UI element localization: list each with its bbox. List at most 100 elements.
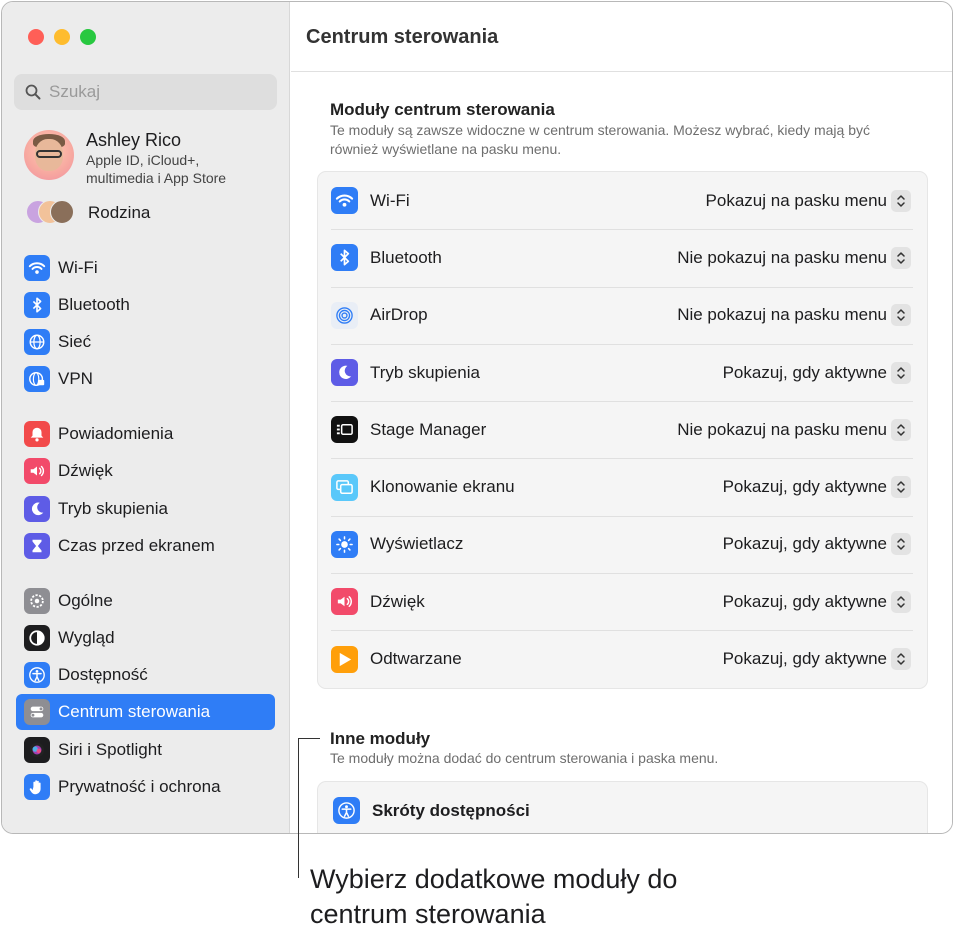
sidebar-item-control-center[interactable]: Centrum sterowania bbox=[16, 694, 275, 730]
module-label: Tryb skupienia bbox=[370, 362, 480, 382]
zoom-window-button[interactable] bbox=[80, 29, 96, 45]
control-center-icon bbox=[24, 699, 50, 725]
moon-icon bbox=[331, 359, 358, 387]
sidebar-item-accessibility[interactable]: Dostępność bbox=[16, 657, 275, 693]
screen-mirroring-icon bbox=[331, 473, 358, 501]
module-row: Wyświetlacz Pokazuj, gdy aktywne bbox=[318, 515, 927, 573]
speaker-icon bbox=[331, 588, 358, 616]
callout-text: Wybierz dodatkowe moduły do centrum ster… bbox=[310, 864, 678, 929]
chevron-up-down-icon[interactable] bbox=[891, 476, 911, 499]
sidebar-item-label: Czas przed ekranem bbox=[58, 536, 215, 555]
main-content: Centrum sterowania Moduły centrum sterow… bbox=[291, 2, 952, 833]
sidebar-item-wifi[interactable]: Wi-Fi bbox=[16, 250, 275, 286]
menu-bar-visibility-popup[interactable]: Nie pokazuj na pasku menu bbox=[677, 304, 911, 327]
sidebar-item-label: VPN bbox=[58, 369, 93, 388]
airdrop-icon bbox=[331, 301, 358, 329]
toolbar: Centrum sterowania bbox=[291, 2, 952, 72]
minimize-window-button[interactable] bbox=[54, 29, 70, 45]
sidebar-item-label: Dostępność bbox=[58, 665, 148, 684]
family-avatars bbox=[24, 200, 78, 226]
menu-bar-visibility-popup[interactable]: Pokazuj, gdy aktywne bbox=[722, 361, 911, 384]
bluetooth-icon bbox=[331, 244, 358, 272]
chevron-up-down-icon[interactable] bbox=[891, 189, 911, 212]
sidebar-item-bell[interactable]: Powiadomienia bbox=[16, 416, 275, 452]
globe-icon bbox=[24, 329, 50, 355]
appearance-icon bbox=[24, 625, 50, 651]
sidebar-item-moon[interactable]: Tryb skupienia bbox=[16, 491, 275, 527]
popup-value: Pokazuj, gdy aktywne bbox=[722, 362, 887, 382]
sidebar-item-label: Tryb skupienia bbox=[58, 499, 168, 518]
menu-bar-visibility-popup[interactable]: Pokazuj, gdy aktywne bbox=[722, 648, 911, 671]
sidebar-item-label: Sieć bbox=[58, 332, 92, 351]
chevron-up-down-icon[interactable] bbox=[891, 304, 911, 327]
module-label: AirDrop bbox=[370, 305, 428, 325]
wifi-icon bbox=[331, 187, 358, 215]
menu-bar-visibility-popup[interactable]: Pokazuj na pasku menu bbox=[706, 189, 911, 212]
chevron-up-down-icon[interactable] bbox=[891, 246, 911, 269]
profile-name: Ashley Rico bbox=[86, 130, 182, 150]
brightness-icon bbox=[331, 530, 358, 558]
play-icon bbox=[331, 645, 358, 673]
chevron-up-down-icon[interactable] bbox=[891, 361, 911, 384]
chevron-up-down-icon[interactable] bbox=[891, 533, 911, 556]
avatar bbox=[24, 130, 74, 180]
profile-subtitle: Apple ID, iCloud+, multimedia i App Stor… bbox=[86, 152, 227, 186]
family-label: Rodzina bbox=[88, 203, 151, 222]
sidebar-item-label: Siri i Spotlight bbox=[58, 740, 162, 759]
module-row: Klonowanie ekranu Pokazuj, gdy aktywne bbox=[318, 458, 927, 515]
chevron-up-down-icon[interactable] bbox=[891, 590, 911, 613]
popup-value: Nie pokazuj na pasku menu bbox=[677, 419, 887, 439]
sidebar-item-bluetooth[interactable]: Bluetooth bbox=[16, 287, 275, 323]
menu-bar-visibility-popup[interactable]: Pokazuj, gdy aktywne bbox=[723, 476, 911, 499]
search-field[interactable] bbox=[14, 74, 277, 110]
sidebar: Ashley Rico Apple ID, iCloud+, multimedi… bbox=[2, 2, 290, 833]
vpn-globe-icon bbox=[24, 366, 50, 392]
sidebar-item-label: Wygląd bbox=[58, 628, 115, 647]
sidebar-item-hourglass[interactable]: Czas przed ekranem bbox=[16, 528, 275, 564]
wifi-icon bbox=[24, 255, 50, 281]
sidebar-item-appearance[interactable]: Wygląd bbox=[16, 620, 275, 656]
sidebar-item-label: Prywatność i ochrona bbox=[58, 777, 221, 796]
other-module-row[interactable]: Skróty dostępności bbox=[318, 782, 927, 833]
modules-panel: Wi-Fi Pokazuj na pasku menu Bluetooth Nie p… bbox=[317, 171, 928, 689]
popup-value: Nie pokazuj na pasku menu bbox=[677, 305, 887, 325]
other-module-label: Skróty dostępności bbox=[372, 800, 530, 820]
module-row: Bluetooth Nie pokazuj na pasku menu bbox=[318, 229, 927, 286]
sidebar-item-gear[interactable]: Ogólne bbox=[16, 583, 275, 619]
popup-value: Nie pokazuj na pasku menu bbox=[677, 247, 887, 267]
chevron-up-down-icon[interactable] bbox=[891, 648, 911, 671]
settings-window: Ashley Rico Apple ID, iCloud+, multimedi… bbox=[1, 1, 953, 834]
sidebar-item-siri[interactable]: Siri i Spotlight bbox=[16, 732, 275, 768]
sidebar-item-label: Centrum sterowania bbox=[58, 702, 211, 721]
sidebar-item-label: Wi-Fi bbox=[58, 258, 98, 277]
accessibility-icon bbox=[333, 797, 360, 824]
sidebar-item-label: Powiadomienia bbox=[58, 424, 174, 443]
module-row: Dźwięk Pokazuj, gdy aktywne bbox=[318, 573, 927, 630]
search-icon bbox=[25, 84, 41, 100]
callout-tick bbox=[298, 738, 320, 739]
page-title: Centrum sterowania bbox=[306, 26, 499, 48]
menu-bar-visibility-popup[interactable]: Nie pokazuj na pasku menu bbox=[677, 418, 911, 441]
family-item[interactable]: Rodzina bbox=[24, 200, 150, 226]
close-window-button[interactable] bbox=[28, 29, 44, 45]
sidebar-item-speaker[interactable]: Dźwięk bbox=[16, 453, 275, 489]
apple-id-profile[interactable]: Ashley Rico Apple ID, iCloud+, multimedi… bbox=[24, 130, 266, 187]
module-label: Klonowanie ekranu bbox=[370, 477, 515, 497]
module-row: Stage Manager Nie pokazuj na pasku menu bbox=[318, 401, 927, 458]
search-input[interactable] bbox=[49, 82, 249, 102]
other-section-description: Te moduły można dodać do centrum sterowa… bbox=[330, 750, 719, 766]
sidebar-item-vpn-globe[interactable]: VPN bbox=[16, 361, 275, 397]
speaker-icon bbox=[24, 458, 50, 484]
module-row: AirDrop Nie pokazuj na pasku menu bbox=[318, 286, 927, 344]
popup-value: Pokazuj, gdy aktywne bbox=[722, 649, 887, 669]
chevron-up-down-icon[interactable] bbox=[891, 418, 911, 441]
module-row: Odtwarzane Pokazuj, gdy aktywne bbox=[318, 630, 927, 687]
sidebar-item-label: Ogólne bbox=[58, 591, 113, 610]
module-label: Dźwięk bbox=[370, 591, 425, 611]
other-section-title: Inne moduły bbox=[330, 729, 431, 748]
menu-bar-visibility-popup[interactable]: Pokazuj, gdy aktywne bbox=[723, 533, 911, 556]
sidebar-item-hand[interactable]: Prywatność i ochrona bbox=[16, 769, 275, 805]
menu-bar-visibility-popup[interactable]: Pokazuj, gdy aktywne bbox=[723, 590, 911, 613]
menu-bar-visibility-popup[interactable]: Nie pokazuj na pasku menu bbox=[677, 246, 911, 269]
sidebar-item-globe[interactable]: Sieć bbox=[16, 324, 275, 360]
